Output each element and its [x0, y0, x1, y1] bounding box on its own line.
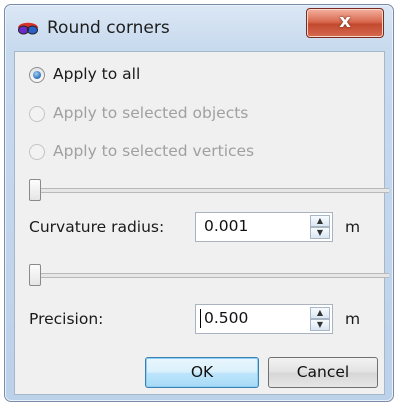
spin-up-button[interactable]: ▲: [310, 307, 330, 319]
spin-down-button[interactable]: ▼: [310, 319, 330, 331]
curvature-radius-value[interactable]: 0.001: [204, 217, 248, 235]
radio-label: Apply to selected vertices: [53, 142, 255, 160]
title-bar[interactable]: Round corners x: [5, 5, 393, 51]
spin-buttons: ▲ ▼: [310, 307, 330, 331]
slider-thumb[interactable]: [29, 264, 41, 286]
window-title: Round corners: [47, 18, 170, 38]
curvature-radius-spinbox[interactable]: 0.001 ▲ ▼: [195, 212, 333, 242]
slider-track: [31, 273, 389, 278]
slider-curvature[interactable]: [29, 264, 389, 286]
precision-spinbox[interactable]: 0.500 ▲ ▼: [195, 304, 333, 334]
glasses-icon: [18, 22, 38, 35]
precision-value[interactable]: 0.500: [204, 309, 248, 327]
slider-top[interactable]: [29, 179, 389, 201]
curvature-unit: m: [345, 218, 361, 236]
close-icon: x: [339, 11, 351, 32]
slider-track: [31, 188, 389, 193]
radio-label: Apply to all: [53, 65, 141, 83]
radio-button-checked[interactable]: [29, 67, 45, 83]
dialog-window: Round corners x Apply to all Apply to se…: [4, 4, 394, 402]
radio-label: Apply to selected objects: [53, 104, 249, 122]
precision-unit: m: [345, 310, 361, 328]
spin-up-button[interactable]: ▲: [310, 215, 330, 227]
spin-down-button[interactable]: ▼: [310, 227, 330, 239]
cancel-button[interactable]: Cancel: [268, 357, 378, 388]
slider-thumb[interactable]: [29, 179, 41, 201]
radio-button[interactable]: [29, 144, 45, 160]
spin-buttons: ▲ ▼: [310, 215, 330, 239]
curvature-radius-label: Curvature radius:: [29, 218, 165, 236]
precision-label: Precision:: [29, 310, 104, 328]
radio-button[interactable]: [29, 106, 45, 122]
text-caret: [200, 309, 201, 328]
dialog-client-area: Apply to all Apply to selected objects A…: [14, 51, 389, 395]
close-button[interactable]: x: [306, 8, 384, 38]
ok-button[interactable]: OK: [145, 357, 259, 388]
